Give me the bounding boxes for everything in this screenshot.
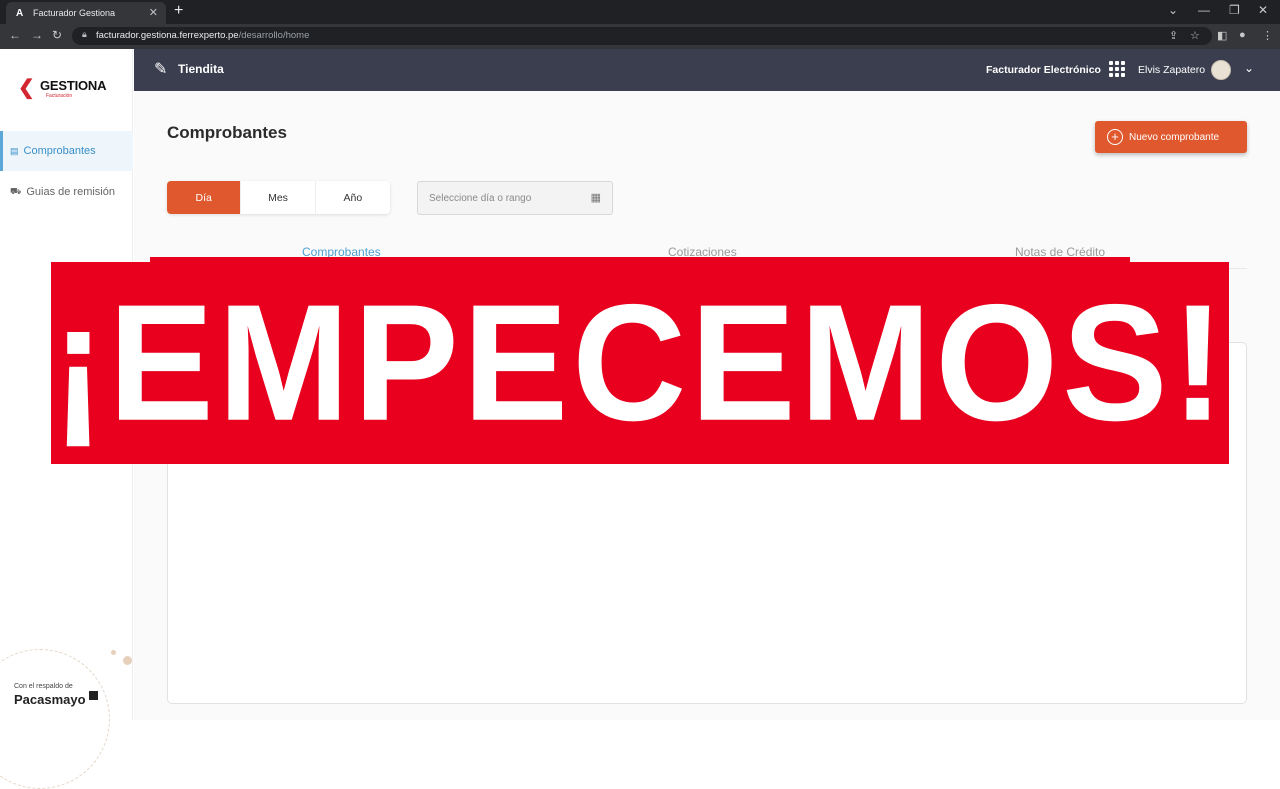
- brush-icon: ✎: [154, 61, 168, 78]
- new-voucher-button[interactable]: + Nuevo comprobante: [1095, 121, 1247, 153]
- avatar[interactable]: [1211, 60, 1231, 80]
- close-tab-icon[interactable]: ✕: [149, 6, 158, 19]
- chevron-down-icon[interactable]: ⌄: [1244, 61, 1254, 75]
- user-name[interactable]: Elvis Zapatero: [1138, 64, 1205, 76]
- date-range-placeholder: Seleccione día o rango: [429, 193, 532, 204]
- apps-grid-icon[interactable]: [1109, 61, 1125, 77]
- app-favicon-icon: A: [16, 7, 24, 19]
- calendar-icon: ▦: [590, 192, 601, 204]
- address-bar[interactable]: 🔒︎ facturador.gestiona.ferrexperto.pe/de…: [72, 27, 1212, 45]
- store-name[interactable]: Tiendita: [178, 62, 224, 76]
- profile-icon[interactable]: ●: [1239, 29, 1246, 41]
- sidebar-item-comprobantes[interactable]: ▤ Comprobantes: [0, 131, 133, 171]
- decorative-dot: [111, 650, 116, 655]
- browser-tab-bar: A Facturador Gestiona ✕ + ⌄ — ❐ ✕: [0, 0, 1280, 24]
- url-text: facturador.gestiona.ferrexperto.pe/desar…: [96, 30, 309, 41]
- close-window-icon[interactable]: ✕: [1258, 3, 1268, 17]
- share-icon[interactable]: ⇪: [1169, 29, 1178, 42]
- partner-logo-mark-icon: [89, 691, 98, 700]
- decorative-dot: [123, 656, 132, 665]
- gestiona-logo[interactable]: ❮ GESTIONA Facturación: [18, 73, 118, 103]
- browser-toolbar: ← → ↻ 🔒︎ facturador.gestiona.ferrexperto…: [0, 24, 1280, 49]
- logo-text: GESTIONA: [40, 78, 107, 93]
- side-panel-icon[interactable]: ◧: [1217, 29, 1227, 42]
- billing-module-label: Facturador Electrónico: [986, 64, 1101, 76]
- browser-tab-title: Facturador Gestiona: [33, 8, 116, 18]
- browser-tab[interactable]: A Facturador Gestiona ✕: [6, 2, 166, 24]
- plus-circle-icon: +: [1107, 129, 1123, 145]
- gestiona-logo-mark-icon: ❮: [18, 77, 35, 99]
- app-topbar: ✎ Tiendita Facturador Electrónico Elvis …: [134, 49, 1280, 91]
- sidebar-item-label: Comprobantes: [23, 145, 96, 157]
- new-tab-icon[interactable]: +: [174, 2, 183, 20]
- bookmark-star-icon[interactable]: ☆: [1190, 29, 1200, 42]
- back-icon[interactable]: ←: [9, 28, 21, 42]
- new-voucher-label: Nuevo comprobante: [1129, 131, 1220, 143]
- period-year-button[interactable]: Año: [316, 181, 390, 214]
- backed-by-label: Con el respaldo de: [14, 683, 73, 690]
- chevron-down-icon[interactable]: ⌄: [1168, 3, 1178, 17]
- period-month-button[interactable]: Mes: [241, 181, 316, 214]
- period-selector: Día Mes Año: [167, 181, 390, 214]
- lock-icon: 🔒︎: [82, 29, 87, 39]
- decorative-circle: [0, 649, 110, 789]
- truck-icon: ⛟: [10, 186, 22, 196]
- partner-logo: Pacasmayo: [14, 692, 86, 707]
- url-path: /desarrollo/home: [238, 30, 310, 41]
- page-title: Comprobantes: [167, 123, 287, 142]
- overlay-banner: ¡EMPECEMOS!: [51, 262, 1229, 464]
- minimize-icon[interactable]: —: [1198, 3, 1210, 17]
- date-range-input[interactable]: Seleccione día o rango ▦: [417, 181, 613, 215]
- menu-dots-icon[interactable]: ⋮: [1262, 29, 1273, 42]
- restore-icon[interactable]: ❐: [1229, 3, 1240, 17]
- period-day-button[interactable]: Día: [167, 181, 242, 214]
- sidebar-item-guias[interactable]: ⛟ Guias de remisión: [0, 172, 133, 212]
- logo-subtitle: Facturación: [46, 93, 73, 99]
- reload-icon[interactable]: ↻: [52, 28, 62, 42]
- receipt-icon: ▤: [10, 145, 19, 156]
- banner-text: ¡EMPECEMOS!: [51, 270, 1229, 456]
- sidebar-item-label: Guias de remisión: [26, 186, 115, 198]
- url-host: facturador.gestiona.ferrexperto.pe: [96, 30, 239, 41]
- forward-icon[interactable]: →: [31, 28, 43, 42]
